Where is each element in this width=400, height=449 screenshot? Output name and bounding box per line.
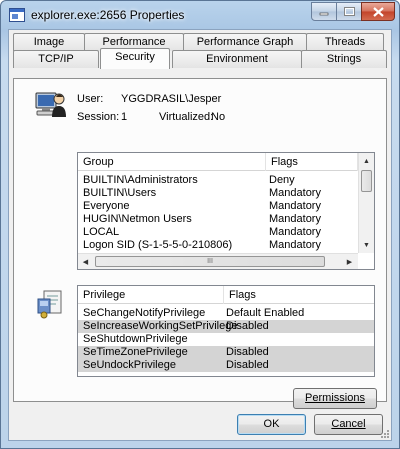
window-title: explorer.exe:2656 Properties [31, 8, 185, 22]
virtualized-value: No [211, 111, 226, 123]
group-flags: Mandatory [269, 226, 321, 238]
user-value: YGGDRASIL\Jesper [121, 93, 222, 105]
resize-grip-icon[interactable] [379, 428, 389, 438]
tab-threads[interactable]: Threads [306, 33, 384, 51]
scroll-thumb[interactable]: III [95, 256, 325, 267]
privilege-flags: Disabled [226, 320, 269, 332]
permissions-button[interactable]: Permissions [293, 388, 377, 409]
list-item[interactable]: Logon SID (S-1-5-5-0-210806) Mandatory [78, 239, 359, 252]
group-flags: Mandatory [269, 213, 321, 225]
group-name: LOCAL [83, 226, 120, 238]
group-name: Everyone [83, 200, 130, 212]
maximize-icon [343, 7, 355, 16]
list-item[interactable]: SeIncreaseWorkingSetPrivilege Disabled [78, 320, 374, 333]
privilege-flags-column-header[interactable]: Flags [224, 286, 374, 304]
group-column-header[interactable]: Group [78, 153, 266, 171]
list-item[interactable]: BUILTIN\Users Mandatory [78, 187, 359, 200]
tab-security[interactable]: Security [100, 48, 170, 69]
groups-horizontal-scrollbar[interactable]: ◀ III ▶ [78, 253, 358, 269]
group-name: BUILTIN\Users [83, 187, 157, 199]
close-icon [372, 6, 384, 17]
privilege-flags: Disabled [226, 359, 269, 371]
session-label: Session: [77, 111, 120, 123]
cancel-button[interactable]: Cancel [314, 414, 383, 435]
permissions-button-label: Permissions [305, 392, 365, 404]
close-window-button[interactable] [361, 2, 395, 21]
ok-button[interactable]: OK [237, 414, 306, 435]
privilege-flags: Disabled [226, 346, 269, 358]
groups-vertical-scrollbar[interactable]: ▲ ▼ [358, 153, 374, 253]
privileges-list[interactable]: Privilege Flags SeChangeNotifyPrivilege … [77, 285, 375, 377]
list-item[interactable]: SeChangeNotifyPrivilege Default Enabled [78, 307, 374, 320]
tab-strings[interactable]: Strings [301, 50, 387, 68]
list-item[interactable]: BUILTIN\Administrators Deny [78, 174, 359, 187]
session-value: 1 [121, 111, 128, 123]
virtualized-label: Virtualized: [159, 111, 214, 123]
privilege-name: SeIncreaseWorkingSetPrivilege [83, 320, 238, 332]
list-item[interactable]: SeUndockPrivilege Disabled [78, 359, 374, 372]
cancel-button-label: Cancel [331, 418, 366, 430]
group-flags: Mandatory [269, 239, 321, 251]
list-item[interactable]: LOCAL Mandatory [78, 226, 359, 239]
group-name: BUILTIN\Administrators [83, 174, 198, 186]
privileges-list-header: Privilege Flags [78, 286, 374, 304]
privilege-certificate-icon [37, 290, 62, 319]
list-item[interactable]: Everyone Mandatory [78, 200, 359, 213]
security-tab-panel: User: YGGDRASIL\Jesper Session: 1 Virtua… [13, 78, 387, 409]
list-item[interactable]: SeTimeZonePrivilege Disabled [78, 346, 374, 359]
tab-image[interactable]: Image [13, 33, 85, 51]
tab-performance-graph[interactable]: Performance Graph [183, 33, 307, 51]
scroll-left-arrow-icon[interactable]: ◀ [78, 254, 93, 270]
properties-window: explorer.exe:2656 Properties Image Perfo… [0, 0, 400, 449]
privilege-flags: Default Enabled [226, 307, 305, 319]
maximize-button[interactable] [336, 2, 362, 21]
list-item[interactable]: SeShutdownPrivilege [78, 333, 374, 346]
tab-tcpip[interactable]: TCP/IP [13, 50, 99, 68]
list-item[interactable]: HUGIN\Netmon Users Mandatory [78, 213, 359, 226]
privilege-name: SeTimeZonePrivilege [83, 346, 188, 358]
tab-environment[interactable]: Environment [172, 50, 302, 68]
dialog-client: Image Performance Performance Graph Thre… [8, 29, 392, 441]
groups-list-header: Group Flags [78, 153, 374, 171]
privilege-name: SeShutdownPrivilege [83, 333, 188, 345]
flags-column-header[interactable]: Flags [266, 153, 358, 171]
user-computer-icon [35, 92, 66, 117]
minimize-button[interactable] [311, 2, 337, 21]
scroll-thumb[interactable] [361, 170, 372, 192]
scroll-up-arrow-icon[interactable]: ▲ [359, 153, 374, 169]
groups-list[interactable]: Group Flags BUILTIN\Administrators Deny … [77, 152, 375, 270]
group-flags: Mandatory [269, 187, 321, 199]
title-bar[interactable]: explorer.exe:2656 Properties [1, 1, 399, 29]
user-label: User: [77, 93, 104, 105]
group-name: Logon SID (S-1-5-5-0-210806) [83, 239, 233, 251]
group-flags: Mandatory [269, 200, 321, 212]
privilege-name: SeChangeNotifyPrivilege [83, 307, 206, 319]
privilege-name: SeUndockPrivilege [83, 359, 176, 371]
privilege-column-header[interactable]: Privilege [78, 286, 224, 304]
group-flags: Deny [269, 174, 295, 186]
group-name: HUGIN\Netmon Users [83, 213, 192, 225]
minimize-icon [319, 12, 329, 15]
scroll-down-arrow-icon[interactable]: ▼ [359, 237, 374, 253]
process-window-icon [9, 8, 25, 22]
scroll-right-arrow-icon[interactable]: ▶ [342, 254, 357, 270]
